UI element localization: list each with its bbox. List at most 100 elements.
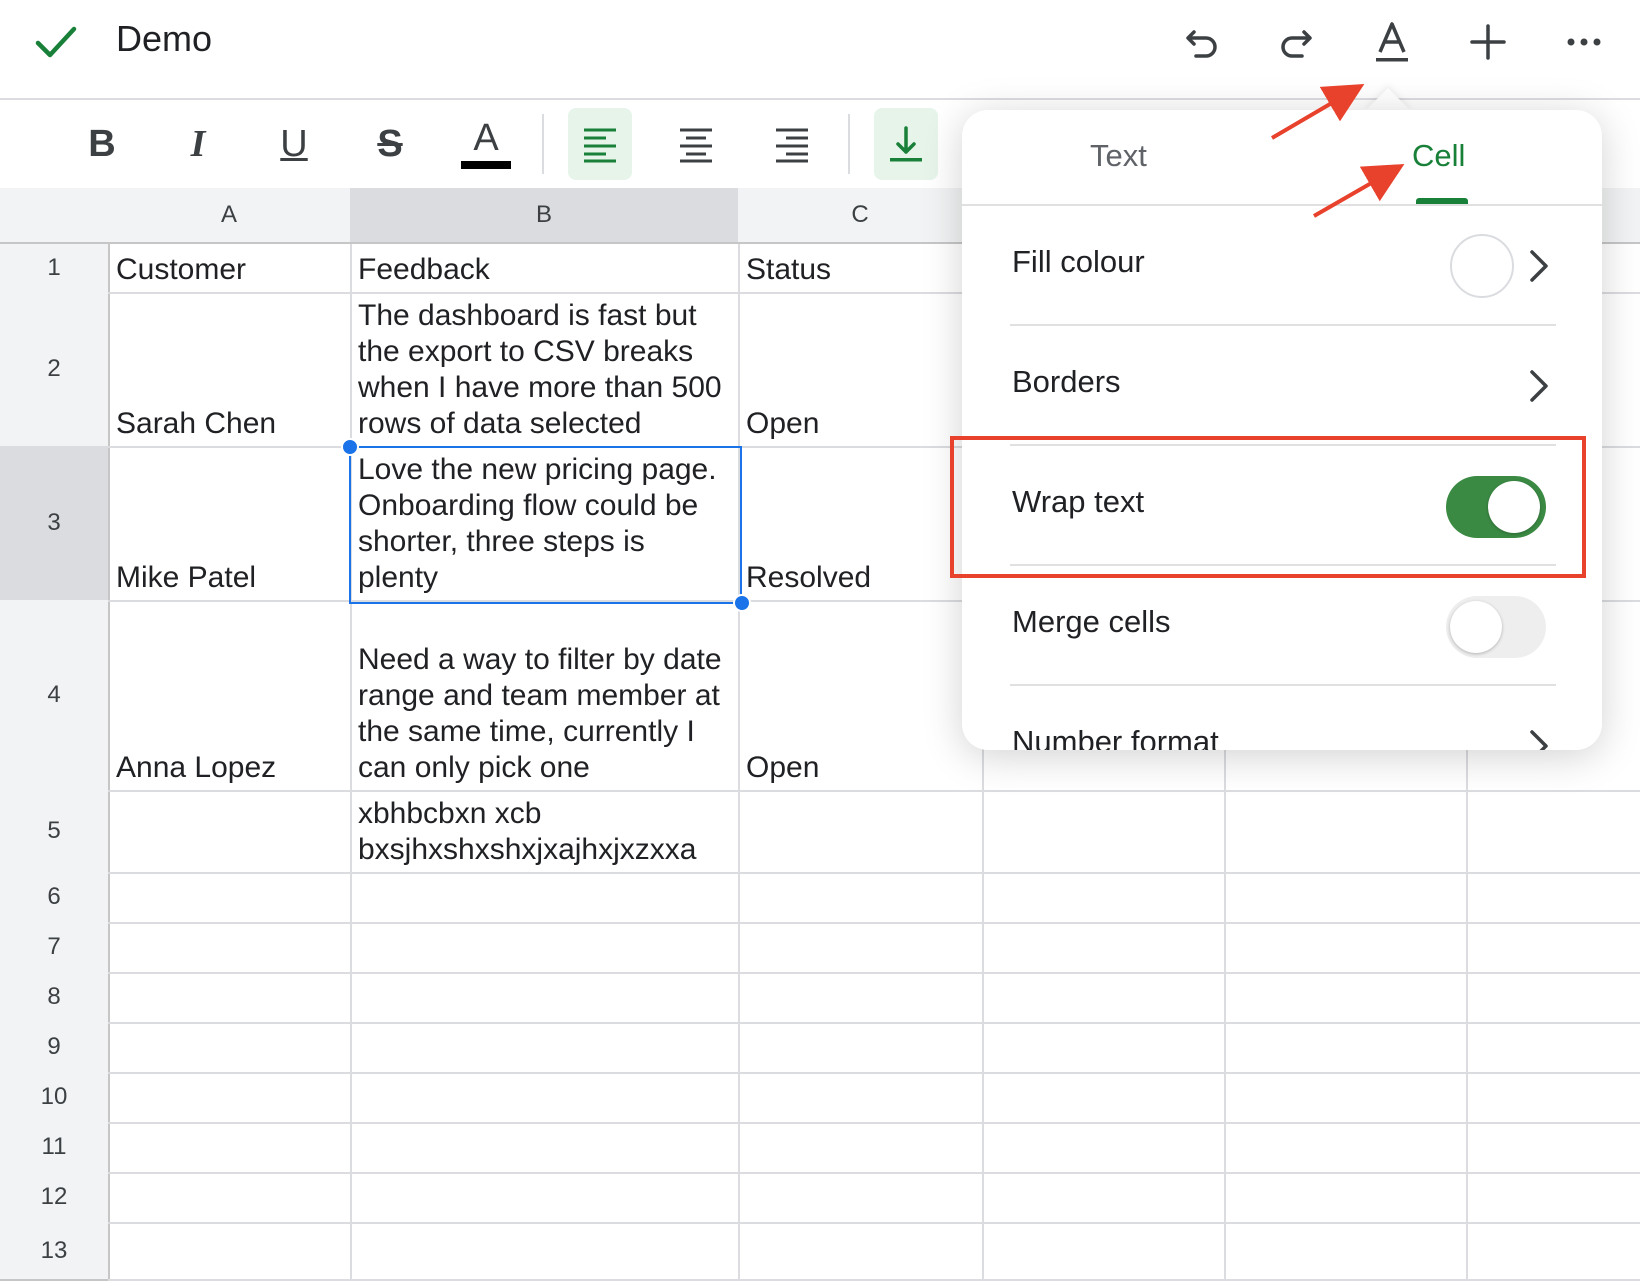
cell-empty[interactable] xyxy=(350,1172,740,1224)
bold-button[interactable]: B xyxy=(70,108,134,180)
row-header-5[interactable]: 5 xyxy=(0,790,110,874)
strikethrough-button[interactable]: S xyxy=(358,108,422,180)
cell-empty[interactable] xyxy=(350,1222,740,1281)
cell-a4[interactable]: Anna Lopez xyxy=(108,600,352,792)
align-left-button[interactable] xyxy=(568,108,632,180)
cell-empty[interactable] xyxy=(350,872,740,924)
cell-empty[interactable] xyxy=(982,1172,1226,1224)
italic-button[interactable]: I xyxy=(166,108,230,180)
merge-cells-toggle[interactable] xyxy=(1446,596,1546,658)
cell-empty[interactable] xyxy=(1224,922,1468,974)
cell-a3[interactable]: Mike Patel xyxy=(108,446,352,602)
cell-empty[interactable] xyxy=(108,872,352,924)
cell-empty[interactable] xyxy=(982,872,1226,924)
cell-empty[interactable] xyxy=(1224,1172,1468,1224)
cell-e5[interactable] xyxy=(1224,790,1468,874)
cell-empty[interactable] xyxy=(108,922,352,974)
cell-empty[interactable] xyxy=(1466,872,1640,924)
row-header-2[interactable]: 2 xyxy=(0,292,110,448)
cell-empty[interactable] xyxy=(1466,972,1640,1024)
cell-empty[interactable] xyxy=(1224,872,1468,924)
cell-a5[interactable] xyxy=(108,790,352,874)
cell-empty[interactable] xyxy=(1224,1122,1468,1174)
row-header-1[interactable]: 1 xyxy=(0,244,110,294)
cell-empty[interactable] xyxy=(1466,1122,1640,1174)
cell-b1[interactable]: Feedback xyxy=(350,244,740,294)
cell-empty[interactable] xyxy=(982,1222,1226,1281)
cell-c1[interactable]: Status xyxy=(738,244,984,294)
text-color-button[interactable]: A xyxy=(454,108,518,180)
cell-c2[interactable]: Open xyxy=(738,292,984,448)
number-format-row[interactable]: Number format xyxy=(1010,686,1556,750)
cell-b2[interactable]: The dashboard is fast but the export to … xyxy=(350,292,740,448)
column-header-b[interactable]: B xyxy=(350,188,740,244)
selection-handle-bottom-right[interactable] xyxy=(733,594,751,612)
document-title[interactable]: Demo xyxy=(116,18,212,60)
cell-empty[interactable] xyxy=(350,1122,740,1174)
cell-empty[interactable] xyxy=(738,872,984,924)
cell-empty[interactable] xyxy=(738,922,984,974)
cell-a2[interactable]: Sarah Chen xyxy=(108,292,352,448)
cell-empty[interactable] xyxy=(1466,922,1640,974)
row-header-9[interactable]: 9 xyxy=(0,1022,110,1074)
cell-b3[interactable]: Love the new pricing page. Onboarding fl… xyxy=(350,446,740,602)
align-right-button[interactable] xyxy=(760,108,824,180)
row-header-7[interactable]: 7 xyxy=(0,922,110,974)
cell-empty[interactable] xyxy=(350,1072,740,1124)
cell-empty[interactable] xyxy=(1224,1072,1468,1124)
cell-empty[interactable] xyxy=(982,972,1226,1024)
row-header-10[interactable]: 10 xyxy=(0,1072,110,1124)
row-header-13[interactable]: 13 xyxy=(0,1222,110,1281)
text-format-icon[interactable] xyxy=(1366,16,1418,68)
column-header-c[interactable]: C xyxy=(738,188,984,244)
cell-empty[interactable] xyxy=(108,1122,352,1174)
row-header-4[interactable]: 4 xyxy=(0,600,110,792)
underline-button[interactable]: U xyxy=(262,108,326,180)
cell-empty[interactable] xyxy=(1224,972,1468,1024)
cell-empty[interactable] xyxy=(738,1122,984,1174)
insert-icon[interactable] xyxy=(1462,16,1514,68)
cell-empty[interactable] xyxy=(108,1022,352,1074)
cell-f5[interactable] xyxy=(1466,790,1640,874)
undo-icon[interactable] xyxy=(1176,16,1228,68)
cell-empty[interactable] xyxy=(108,1172,352,1224)
row-header-3[interactable]: 3 xyxy=(0,446,110,602)
cell-empty[interactable] xyxy=(350,1022,740,1074)
cell-empty[interactable] xyxy=(738,972,984,1024)
cell-empty[interactable] xyxy=(350,922,740,974)
cell-empty[interactable] xyxy=(108,1072,352,1124)
cell-empty[interactable] xyxy=(1466,1072,1640,1124)
cell-empty[interactable] xyxy=(738,1222,984,1281)
cell-d5[interactable] xyxy=(982,790,1226,874)
cell-b5[interactable]: xbhbcbxn xcb bxsjhxshxshxjxajhxjxzxxa xyxy=(350,790,740,874)
cell-empty[interactable] xyxy=(738,1022,984,1074)
cell-empty[interactable] xyxy=(982,922,1226,974)
redo-icon[interactable] xyxy=(1270,16,1322,68)
cell-a1[interactable]: Customer xyxy=(108,244,352,294)
tab-cell[interactable]: Cell xyxy=(1412,138,1465,174)
cell-c3[interactable]: Resolved xyxy=(738,446,984,602)
cell-empty[interactable] xyxy=(1466,1172,1640,1224)
fill-colour-row[interactable]: Fill colour xyxy=(1010,206,1556,326)
vertical-align-bottom-button[interactable] xyxy=(874,108,938,180)
row-header-11[interactable]: 11 xyxy=(0,1122,110,1174)
cell-empty[interactable] xyxy=(738,1072,984,1124)
tab-text[interactable]: Text xyxy=(1090,138,1147,174)
cell-b4[interactable]: Need a way to filter by date range and t… xyxy=(350,600,740,792)
cell-empty[interactable] xyxy=(982,1022,1226,1074)
row-header-8[interactable]: 8 xyxy=(0,972,110,1024)
row-header-6[interactable]: 6 xyxy=(0,872,110,924)
fill-colour-swatch[interactable] xyxy=(1450,234,1514,298)
check-icon[interactable] xyxy=(34,20,78,64)
selection-handle-top-left[interactable] xyxy=(341,438,359,456)
cell-empty[interactable] xyxy=(738,1172,984,1224)
align-center-button[interactable] xyxy=(664,108,728,180)
cell-empty[interactable] xyxy=(108,1222,352,1281)
column-header-a[interactable]: A xyxy=(108,188,352,244)
cell-empty[interactable] xyxy=(982,1122,1226,1174)
cell-empty[interactable] xyxy=(1466,1222,1640,1281)
cell-empty[interactable] xyxy=(1224,1022,1468,1074)
cell-c4[interactable]: Open xyxy=(738,600,984,792)
cell-empty[interactable] xyxy=(1466,1022,1640,1074)
cell-empty[interactable] xyxy=(982,1072,1226,1124)
